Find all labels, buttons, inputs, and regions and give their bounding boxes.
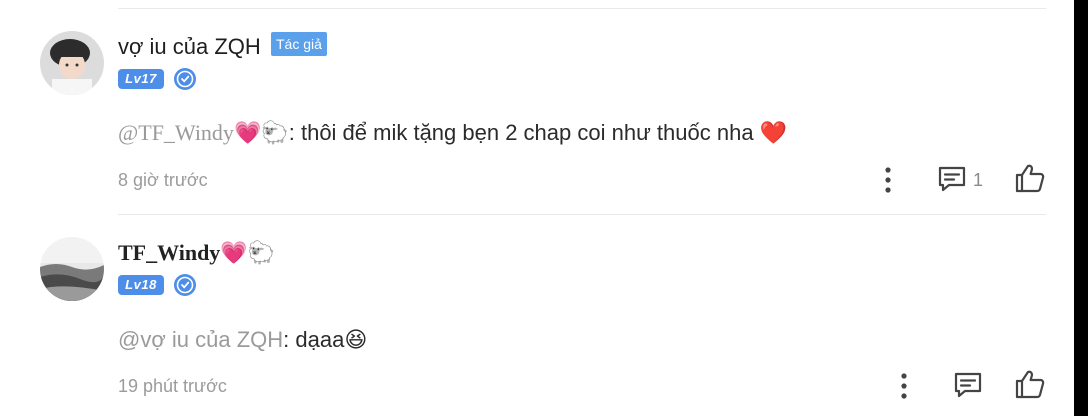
level-badge: Lv18 bbox=[118, 275, 164, 295]
text-separator: : bbox=[283, 327, 296, 352]
timestamp: 19 phút trước bbox=[118, 376, 227, 396]
text-separator: : bbox=[288, 120, 301, 145]
verified-icon bbox=[174, 68, 196, 90]
reply-count: 1 bbox=[973, 170, 984, 190]
reply-comment-icon[interactable] bbox=[953, 371, 983, 399]
comment-body: dạaa bbox=[295, 327, 345, 352]
mention[interactable]: @vợ iu của ZQH bbox=[118, 327, 283, 352]
avatar[interactable] bbox=[40, 237, 104, 301]
comment-text: @TF_Windy💗🐑: thôi để mik tặng bẹn 2 chap… bbox=[118, 120, 787, 146]
mention-emoji: 💗🐑 bbox=[233, 120, 289, 145]
more-vertical-icon[interactable] bbox=[876, 166, 900, 194]
level-badge: Lv17 bbox=[118, 69, 164, 89]
comment-body: thôi để mik tặng bẹn 2 chap coi như thuố… bbox=[300, 120, 754, 145]
comment-text: @vợ iu của ZQH: dạaa😆 bbox=[118, 327, 367, 353]
avatar-image bbox=[40, 237, 104, 301]
top-divider bbox=[118, 8, 1046, 9]
screen-edge bbox=[1074, 0, 1088, 416]
username-text: TF_Windy bbox=[118, 240, 221, 265]
avatar-image bbox=[40, 31, 104, 95]
more-vertical-icon[interactable] bbox=[892, 372, 916, 400]
heart-emoji: ❤️ bbox=[759, 120, 788, 145]
thumbs-up-icon[interactable] bbox=[1014, 369, 1046, 399]
author-tag: Tác giả bbox=[271, 32, 327, 56]
laugh-emoji: 😆 bbox=[344, 327, 368, 352]
mention[interactable]: @TF_Windy bbox=[118, 120, 234, 145]
username-emoji: 💗🐑 bbox=[220, 240, 276, 265]
comment-panel: vợ iu của ZQH Tác giả Lv17 @TF_Windy💗🐑: … bbox=[0, 0, 1074, 416]
divider bbox=[118, 214, 1046, 215]
reply-comment-icon[interactable] bbox=[937, 165, 967, 193]
verified-icon bbox=[174, 274, 196, 296]
timestamp: 8 giờ trước bbox=[118, 170, 208, 190]
avatar[interactable] bbox=[40, 31, 104, 95]
username[interactable]: vợ iu của ZQH bbox=[118, 34, 261, 60]
thumbs-up-icon[interactable] bbox=[1014, 163, 1046, 193]
username[interactable]: TF_Windy💗🐑 bbox=[118, 240, 275, 266]
